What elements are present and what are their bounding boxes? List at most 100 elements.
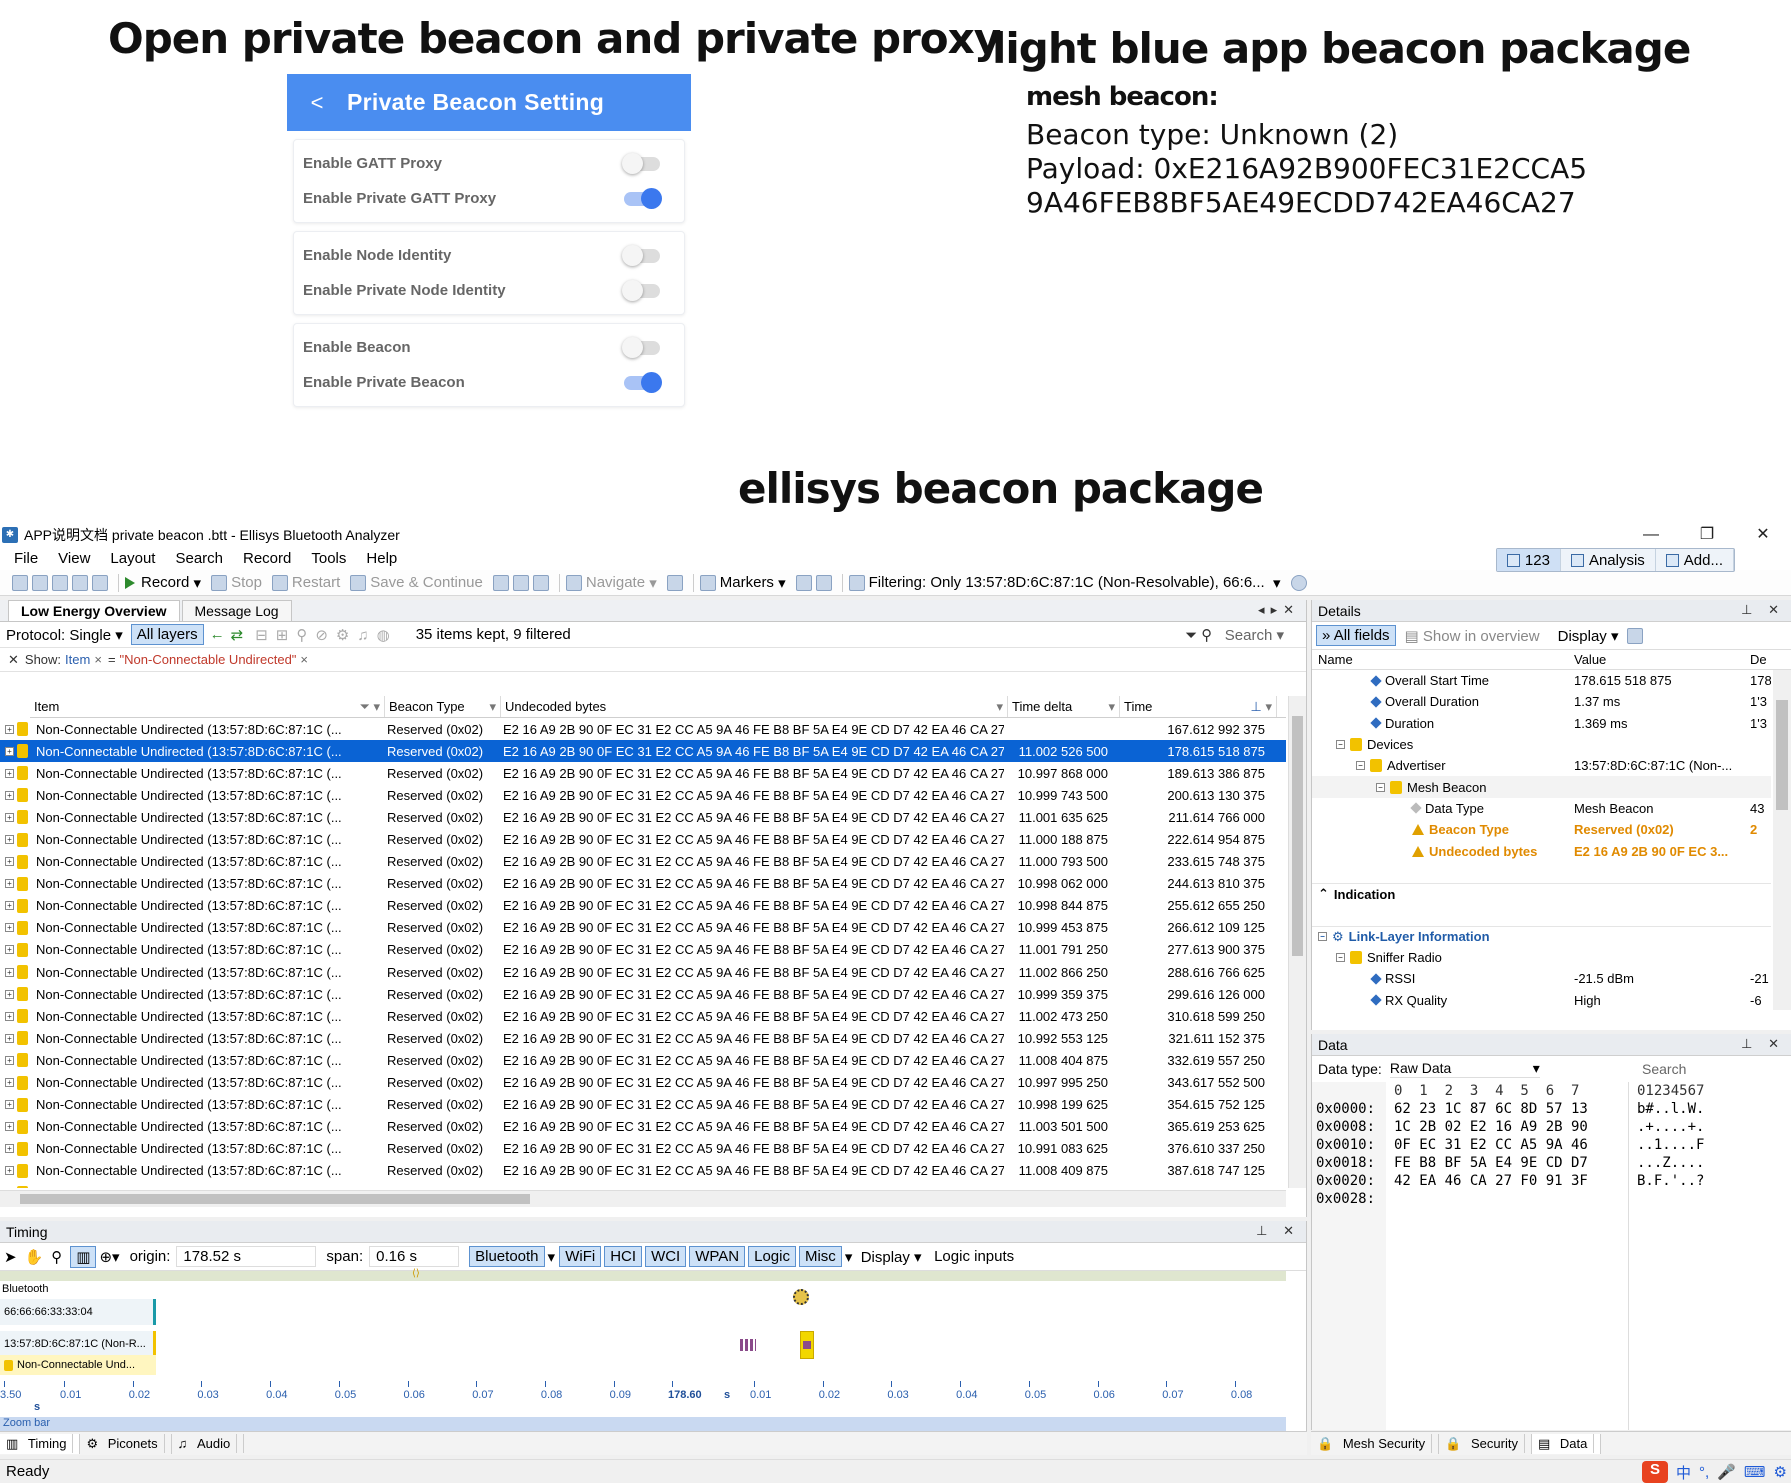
details-pane-controls[interactable]: ⊥ ✕ [1741, 602, 1785, 618]
table-row[interactable]: +Non-Connectable Undirected (13:57:8D:6C… [0, 1138, 1286, 1160]
expand-icon[interactable]: + [5, 790, 14, 800]
table-row[interactable]: +Non-Connectable Undirected (13:57:8D:6C… [0, 939, 1286, 961]
lane-device-2[interactable]: 13:57:8D:6C:87:1C (Non-R... [0, 1331, 156, 1357]
chip-wpan[interactable]: WPAN [689, 1246, 746, 1267]
tab-audio[interactable]: ♫ Audio [172, 1434, 245, 1453]
timing-pane-controls[interactable]: ⊥ ✕ [1256, 1223, 1300, 1239]
tab-123[interactable]: 123 [1496, 549, 1561, 571]
table-row[interactable]: +Non-Connectable Undirected (13:57:8D:6C… [0, 895, 1286, 917]
expand-icon[interactable]: + [5, 1078, 14, 1088]
lane-device-1[interactable]: 66:66:66:33:33:04 [0, 1299, 156, 1325]
zoom-bar[interactable]: Zoom bar [0, 1417, 1286, 1431]
toggle-switch[interactable] [624, 371, 662, 393]
export-icon[interactable] [1626, 627, 1643, 644]
tab-message-log[interactable]: Message Log [181, 600, 292, 621]
table-row[interactable]: +Non-Connectable Undirected (13:57:8D:6C… [0, 740, 1286, 763]
restart-button[interactable]: Restart [271, 574, 340, 591]
details-row[interactable]: Beacon Type Reserved (0x02) 2 [1312, 819, 1771, 840]
details-row[interactable]: − Devices [1312, 734, 1771, 755]
restore-icon[interactable]: ❐ [1679, 524, 1735, 546]
chip-misc[interactable]: Misc [798, 1246, 842, 1267]
details-display-menu[interactable]: Display ▾ [1558, 627, 1619, 645]
expand-icon[interactable]: + [5, 724, 14, 734]
hex-ascii[interactable]: 01234567 b#..l.W. .+....+. ..1....F ...Z....… [1628, 1082, 1704, 1430]
col-header-undecoded-bytes[interactable]: Undecoded bytes ▾ [501, 696, 1008, 717]
collapse-icon[interactable]: − [1356, 761, 1365, 771]
col-header-time[interactable]: Time ⊥ ▾ [1120, 696, 1277, 717]
expand-icon[interactable]: + [5, 1011, 14, 1021]
details-row[interactable]: Duration 1.369 ms 1'3 [1312, 713, 1771, 734]
expand-icon[interactable]: + [5, 1100, 14, 1110]
expand-icon[interactable]: + [5, 879, 14, 889]
toolbar-icons[interactable]: ⊟⊞⚲⊘⚙♫◍ [255, 626, 397, 644]
chip-wci[interactable]: WCI [645, 1246, 687, 1267]
toggle-switch[interactable] [622, 279, 660, 301]
data-search[interactable]: Search [1642, 1061, 1686, 1077]
details-row[interactable]: − ⚙ Link-Layer Information [1312, 925, 1771, 947]
table-row[interactable]: +Non-Connectable Undirected (13:57:8D:6C… [0, 917, 1286, 939]
table-row[interactable]: +Non-Connectable Undirected (13:57:8D:6C… [0, 1005, 1286, 1027]
timing-display-menu[interactable]: Display ▾ [861, 1248, 922, 1266]
new-file-icon[interactable] [12, 574, 28, 591]
overview-search[interactable]: ⏷ ⚲ Search ▾ [1185, 626, 1284, 644]
table-row[interactable]: +Non-Connectable Undirected (13:57:8D:6C… [0, 873, 1286, 895]
all-fields-button[interactable]: » All fields [1316, 625, 1396, 646]
open-folder-icon[interactable] [32, 574, 48, 591]
details-col-de[interactable]: De [1744, 650, 1773, 669]
filter-dropdown[interactable]: Filtering: Only 13:57:8D:6C:87:1C (Non-R… [848, 574, 1281, 592]
chip-bluetooth[interactable]: Bluetooth [469, 1246, 545, 1267]
details-row[interactable]: Undecoded bytes E2 16 A9 2B 90 0F EC 3... [1312, 840, 1771, 861]
menu-layout[interactable]: Layout [110, 550, 155, 567]
toggle-switch[interactable] [622, 336, 660, 358]
details-row[interactable]: − Sniffer Radio [1312, 947, 1771, 968]
packet-marker-selected[interactable] [800, 1331, 814, 1359]
pointer-icon[interactable]: ➤ [4, 1248, 17, 1266]
toggle-switch[interactable] [624, 187, 662, 209]
tab-timing[interactable]: ▥ Timing [0, 1433, 81, 1454]
layout-icon[interactable] [512, 574, 529, 591]
data-type-select[interactable]: Raw Data ▾ [1389, 1060, 1540, 1078]
logic-inputs-label[interactable]: Logic inputs [934, 1248, 1014, 1265]
settings-icon[interactable] [1290, 574, 1307, 591]
origin-input[interactable]: 178.52 s [176, 1246, 317, 1267]
all-layers-button[interactable]: All layers [130, 624, 204, 645]
expand-icon[interactable]: + [5, 967, 14, 977]
table-row[interactable]: +Non-Connectable Undirected (13:57:8D:6C… [0, 983, 1286, 1005]
table-row[interactable]: +Non-Connectable Undirected (13:57:8D:6C… [0, 1094, 1286, 1116]
cursor-marker-icon[interactable]: ⟨⟩ [412, 1268, 420, 1279]
table-row[interactable]: +Non-Connectable Undirected (13:57:8D:6C… [0, 762, 1286, 784]
tab-analysis[interactable]: Analysis [1561, 549, 1656, 571]
tab-mesh-security[interactable]: 🔒 Mesh Security [1311, 1433, 1440, 1454]
table-row[interactable]: +Non-Connectable Undirected (13:57:8D:6C… [0, 1182, 1286, 1188]
overview-horizontal-scrollbar[interactable] [0, 1190, 1286, 1207]
ime-chinese-icon[interactable]: 中 [1676, 1462, 1691, 1483]
show-value[interactable]: "Non-Connectable Undirected" [120, 652, 297, 667]
zoom-icon[interactable]: ⚲ [51, 1248, 62, 1266]
save-icon[interactable] [52, 574, 68, 591]
ime-settings-icon[interactable]: ⚙ [1774, 1463, 1787, 1481]
expand-icon[interactable]: + [5, 812, 14, 822]
clear-filter-icon[interactable]: ✕ [8, 652, 19, 668]
protocol-select[interactable]: Protocol: Single ▾ [6, 626, 123, 644]
menu-search[interactable]: Search [175, 550, 223, 567]
expand-icon[interactable]: + [5, 1055, 14, 1065]
tab-security[interactable]: 🔒 Security [1439, 1433, 1532, 1454]
tab-low-energy-overview[interactable]: Low Energy Overview [8, 600, 180, 621]
details-row[interactable]: Overall Start Time 178.615 518 875 178 [1312, 670, 1771, 691]
data-pane-controls[interactable]: ⊥ ✕ [1741, 1036, 1785, 1052]
details-scrollbar[interactable] [1773, 670, 1791, 1010]
expand-icon[interactable]: + [5, 1144, 14, 1154]
toggle-switch[interactable] [622, 244, 660, 266]
ime-punct-icon[interactable]: °, [1699, 1464, 1709, 1481]
table-row[interactable]: +Non-Connectable Undirected (13:57:8D:6C… [0, 851, 1286, 873]
bookmark-icon[interactable] [666, 574, 683, 591]
stop-button[interactable]: Stop [211, 574, 262, 591]
collapse-icon[interactable]: − [1336, 953, 1345, 962]
collapse-icon[interactable]: − [1318, 932, 1327, 942]
save-continue-button[interactable]: Save & Continue [350, 574, 483, 591]
tab-add[interactable]: Add... [1656, 549, 1734, 571]
chip-logic[interactable]: Logic [748, 1246, 796, 1267]
overview-vertical-scrollbar[interactable] [1288, 696, 1306, 1188]
details-col-value[interactable]: Value [1568, 650, 1744, 669]
details-row[interactable]: ⌃ Indication [1312, 882, 1771, 904]
